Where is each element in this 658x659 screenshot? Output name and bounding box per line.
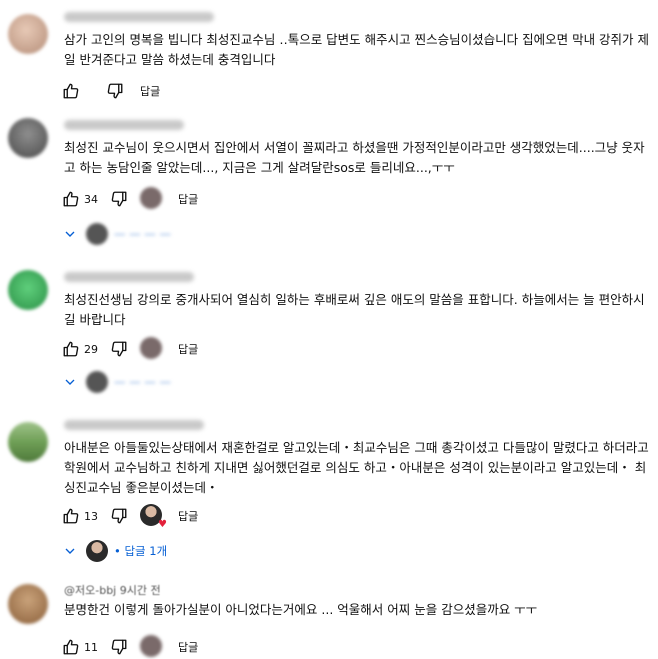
comment-author[interactable] bbox=[64, 120, 184, 130]
reply-button[interactable]: 답글 bbox=[178, 191, 198, 207]
replies-toggle[interactable]: • 답글 1개 bbox=[62, 539, 167, 563]
comment-actions: 답글 bbox=[60, 80, 160, 102]
avatar bbox=[86, 371, 108, 393]
chevron-down-icon bbox=[62, 226, 78, 242]
avatar[interactable] bbox=[8, 14, 48, 54]
creator-heart-icon bbox=[140, 187, 164, 211]
thumbs-down-icon[interactable] bbox=[108, 636, 130, 658]
reply-button[interactable]: 답글 bbox=[178, 341, 198, 357]
like-count: 29 bbox=[84, 342, 98, 356]
creator-heart-icon bbox=[140, 337, 164, 361]
avatar[interactable] bbox=[8, 584, 48, 624]
replies-toggle[interactable]: — — — — bbox=[62, 222, 171, 246]
comment-actions: 11 답글 bbox=[60, 635, 198, 659]
creator-heart-icon: ♥ bbox=[140, 504, 167, 530]
thumbs-down-icon[interactable] bbox=[108, 188, 130, 210]
thumbs-up-icon[interactable] bbox=[60, 188, 82, 210]
thumbs-up-icon[interactable] bbox=[60, 338, 82, 360]
thumbs-up-icon[interactable] bbox=[60, 636, 82, 658]
replies-label[interactable]: • 답글 1개 bbox=[114, 543, 167, 559]
thumbs-up-icon[interactable] bbox=[60, 80, 82, 102]
chevron-down-icon bbox=[62, 374, 78, 390]
reply-button[interactable]: 답글 bbox=[140, 83, 160, 99]
comment-actions: 13 ♥ 답글 bbox=[60, 504, 198, 530]
avatar[interactable] bbox=[8, 270, 48, 310]
comment-author[interactable]: @저오-bbj 9시간 전 bbox=[64, 582, 161, 598]
reply-button[interactable]: 답글 bbox=[178, 639, 198, 655]
like-count: 11 bbox=[84, 640, 98, 654]
like-count: 13 bbox=[84, 509, 98, 523]
like-count: 34 bbox=[84, 192, 98, 206]
replies-label[interactable]: — — — — bbox=[114, 227, 171, 241]
avatar bbox=[86, 223, 108, 245]
thumbs-down-icon[interactable] bbox=[108, 338, 130, 360]
comment-author[interactable] bbox=[64, 12, 214, 22]
avatar bbox=[86, 540, 108, 562]
avatar[interactable] bbox=[8, 422, 48, 462]
comment-actions: 34 답글 bbox=[60, 187, 198, 211]
comment-text: 최성진선생님 강의로 중개사되어 열심히 일하는 후배로써 깊은 애도의 말씀을… bbox=[64, 292, 645, 327]
thumbs-down-icon[interactable] bbox=[108, 505, 130, 527]
heart-icon: ♥ bbox=[158, 519, 167, 530]
avatar[interactable] bbox=[8, 118, 48, 158]
thumbs-up-icon[interactable] bbox=[60, 505, 82, 527]
comment-author[interactable] bbox=[64, 420, 204, 430]
comment-text: 최성진 교수님이 웃으시면서 집안에서 서열이 꼴찌라고 하셨을땐 가정적인분이… bbox=[64, 140, 645, 175]
comment-text: 삼가 고인의 명복을 빕니다 최성진교수님 ‥톡으로 답변도 해주시고 찐스승님… bbox=[64, 32, 650, 67]
chevron-down-icon bbox=[62, 543, 78, 559]
comment-text: 아내분은 아들둘있는상태에서 재혼한걸로 알고있는데・최교수님은 그때 총각이셨… bbox=[64, 440, 649, 495]
replies-label[interactable]: — — — — bbox=[114, 375, 171, 389]
comment-author[interactable] bbox=[64, 272, 194, 282]
reply-button[interactable]: 답글 bbox=[178, 508, 198, 524]
creator-heart-icon bbox=[140, 635, 164, 659]
comment-text: 분명한건 이렇게 돌아가실분이 아니었다는거에요 ... 억울해서 어찌 눈을 … bbox=[64, 602, 538, 617]
comment-actions: 29 답글 bbox=[60, 337, 198, 361]
thumbs-down-icon[interactable] bbox=[104, 80, 126, 102]
replies-toggle[interactable]: — — — — bbox=[62, 370, 171, 394]
